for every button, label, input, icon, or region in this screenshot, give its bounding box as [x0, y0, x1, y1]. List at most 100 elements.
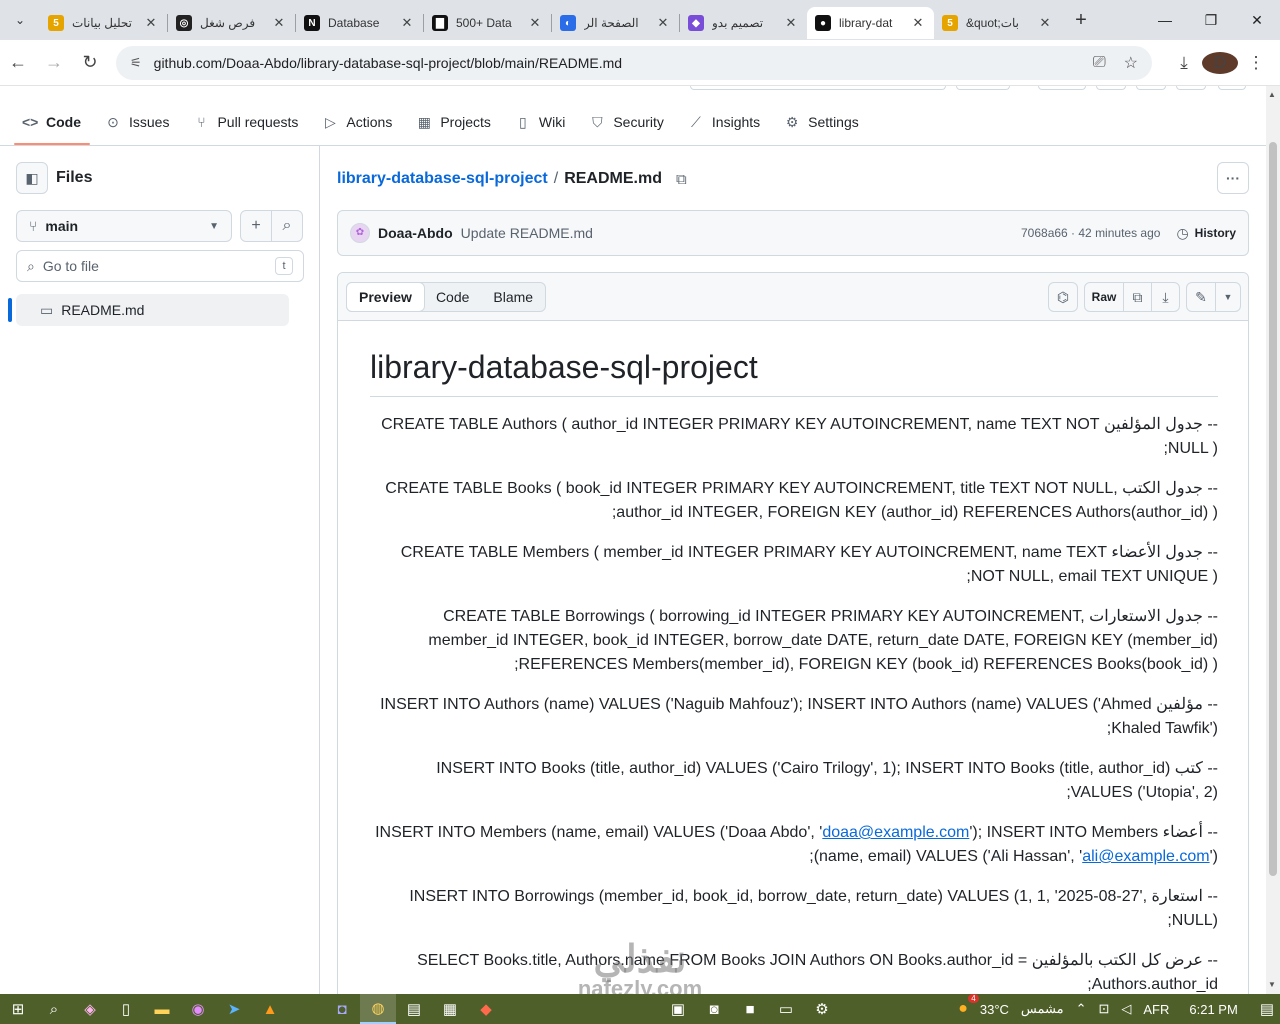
tab-settings[interactable]: ⚙ Settings	[776, 108, 867, 136]
browser-tab[interactable]: ● library-dat ✕	[807, 7, 934, 39]
clock-time[interactable]: 6:21 PM	[1189, 1002, 1237, 1017]
restore-icon[interactable]: ❐	[1188, 12, 1234, 29]
commit-message[interactable]: Update README.md	[461, 225, 593, 241]
back-arrow-icon[interactable]: ←	[0, 52, 36, 73]
app-icon[interactable]: ◆	[468, 994, 504, 1024]
tab-favicon-icon: ●	[815, 15, 831, 31]
browser-tab[interactable]: 5 تحليل بيانات ✕	[40, 7, 167, 39]
tab-pull-requests[interactable]: ⑂ Pull requests	[185, 108, 306, 136]
browser-tab[interactable]: N Database ✕	[296, 7, 423, 39]
profile-button[interactable]: D	[1202, 51, 1238, 74]
toolbar-right: ⤓ D ⋮	[1166, 51, 1274, 74]
go-to-file-input[interactable]: ⌕ Go to file t	[16, 250, 304, 282]
edit-pencil-icon[interactable]: ✎	[1186, 282, 1216, 312]
raw-button[interactable]: Raw	[1084, 282, 1124, 312]
browser-tab[interactable]: ◎ فرص شغل ✕	[168, 7, 295, 39]
tab-issues[interactable]: ⊙ Issues	[97, 108, 177, 136]
scroll-up-icon[interactable]: ▲	[1268, 90, 1276, 99]
tab-close-icon[interactable]: ✕	[783, 15, 799, 31]
copilot-icon[interactable]: ⌬	[1048, 282, 1078, 312]
teams-icon[interactable]: ◘	[324, 994, 360, 1024]
tab-search-chevron-icon[interactable]: ⌄	[6, 6, 34, 34]
edit-options-chevron-icon[interactable]: ▼	[1215, 282, 1241, 312]
vlc-icon[interactable]: ▲	[252, 994, 288, 1024]
header-button-remnant	[1136, 86, 1166, 90]
tray-chevron-icon[interactable]: ⌃	[1076, 1001, 1087, 1017]
minimize-icon[interactable]: —	[1142, 12, 1188, 29]
tab-code[interactable]: Code	[424, 283, 481, 311]
language-indicator[interactable]: AFR	[1143, 1002, 1169, 1017]
scroll-down-icon[interactable]: ▼	[1268, 980, 1276, 989]
file-app-icon[interactable]: ▯	[108, 994, 144, 1024]
go-to-file-placeholder: Go to file	[42, 258, 99, 274]
new-tab-plus-icon[interactable]: +	[1067, 9, 1095, 32]
commit-meta[interactable]: 7068a66 · 42 minutes ago	[1021, 226, 1160, 240]
camera-icon[interactable]: ◙	[696, 994, 732, 1024]
calculator-icon[interactable]: ▦	[432, 994, 468, 1024]
tab-projects[interactable]: ▦ Projects	[408, 108, 499, 136]
chrome-icon[interactable]: ◍	[360, 994, 396, 1024]
commit-author[interactable]: Doaa-Abdo	[378, 225, 453, 241]
network-icon[interactable]: ⊡	[1098, 1001, 1109, 1017]
breadcrumb-repo-link[interactable]: library-database-sql-project	[337, 170, 548, 188]
branch-selector[interactable]: ⑂ main ▼	[16, 210, 232, 242]
readme-title: library-database-sql-project	[370, 349, 1218, 397]
window-icon[interactable]: ▭	[768, 994, 804, 1024]
app-icon[interactable]: ◉	[180, 994, 216, 1024]
video-icon[interactable]: ■	[732, 994, 768, 1024]
notepad-icon[interactable]: ▤	[396, 994, 432, 1024]
tab-security[interactable]: ⛉ Security	[581, 108, 672, 136]
tab-close-icon[interactable]: ✕	[143, 15, 159, 31]
tab-blame[interactable]: Blame	[481, 283, 545, 311]
tab-insights[interactable]: ⟋ Insights	[680, 108, 768, 136]
copy-raw-icon[interactable]: ⧉	[1123, 282, 1152, 312]
forward-arrow-icon[interactable]: →	[36, 52, 72, 73]
omnibox[interactable]: ⚟ github.com/Doaa-Abdo/library-database-…	[116, 45, 1152, 80]
history-button[interactable]: ◷ History	[1176, 225, 1236, 242]
bookmark-star-icon[interactable]: ☆	[1124, 53, 1138, 73]
notification-center-icon[interactable]: ▤	[1260, 1000, 1274, 1018]
collapse-sidebar-icon[interactable]: ◧	[16, 162, 48, 194]
tab-close-icon[interactable]: ✕	[1037, 15, 1053, 31]
tree-item-readme[interactable]: ▭ README.md	[16, 294, 289, 326]
tab-actions[interactable]: ▷ Actions	[314, 108, 400, 136]
search-icon[interactable]: ⌕	[36, 994, 72, 1024]
file-explorer-icon[interactable]: ▬	[144, 994, 180, 1024]
email-link-doaa[interactable]: doaa@example.com	[822, 824, 969, 841]
email-link-ali[interactable]: ali@example.com	[1082, 848, 1209, 865]
copilot-app-icon[interactable]: ◈	[72, 994, 108, 1024]
page-scrollbar[interactable]: ▲ ▼	[1266, 86, 1280, 994]
settings-gear-icon[interactable]: ⚙	[804, 994, 840, 1024]
reload-icon[interactable]: ↻	[72, 52, 108, 73]
snipping-tool-icon[interactable]: ▣	[660, 994, 696, 1024]
tab-wiki[interactable]: ▯ Wiki	[507, 108, 573, 136]
tab-close-icon[interactable]: ✕	[910, 15, 926, 31]
tab-close-icon[interactable]: ✕	[655, 15, 671, 31]
scrollbar-thumb[interactable]	[1269, 142, 1277, 876]
close-window-icon[interactable]: ✕	[1234, 12, 1280, 29]
download-raw-icon[interactable]: ⤓	[1151, 282, 1180, 312]
tab-close-icon[interactable]: ✕	[399, 15, 415, 31]
download-icon[interactable]: ⤓	[1166, 53, 1202, 73]
author-avatar[interactable]: ✿	[350, 223, 370, 243]
browser-tab[interactable]: ◐ الصفحة الر ✕	[552, 7, 679, 39]
browser-tab[interactable]: 5 &quot;بات ✕	[934, 7, 1061, 39]
browser-menu-icon[interactable]: ⋮	[1238, 53, 1274, 73]
copy-path-icon[interactable]: ⧉	[676, 171, 687, 188]
tab-code[interactable]: <> Code	[14, 108, 89, 136]
volume-icon[interactable]: ◁	[1121, 1001, 1131, 1017]
add-file-plus-icon[interactable]: +	[240, 210, 272, 242]
more-options-icon[interactable]: ···	[1217, 162, 1249, 194]
browser-tab[interactable]: ▇ 500+ Data ✕	[424, 7, 551, 39]
windows-start-icon[interactable]: ⊞	[0, 994, 36, 1024]
weather-sun-icon[interactable]: ● 4	[958, 994, 979, 1018]
install-app-icon[interactable]: ⎚	[1093, 54, 1106, 72]
site-info-icon[interactable]: ⚟	[130, 55, 142, 71]
telegram-icon[interactable]: ➤	[216, 994, 252, 1024]
temperature: 33°C	[979, 1001, 1009, 1017]
tab-close-icon[interactable]: ✕	[527, 15, 543, 31]
tab-close-icon[interactable]: ✕	[271, 15, 287, 31]
tab-preview[interactable]: Preview	[346, 282, 425, 312]
browser-tab[interactable]: ◆ تصميم بدو ✕	[680, 7, 807, 39]
search-icon[interactable]: ⌕	[271, 210, 303, 242]
